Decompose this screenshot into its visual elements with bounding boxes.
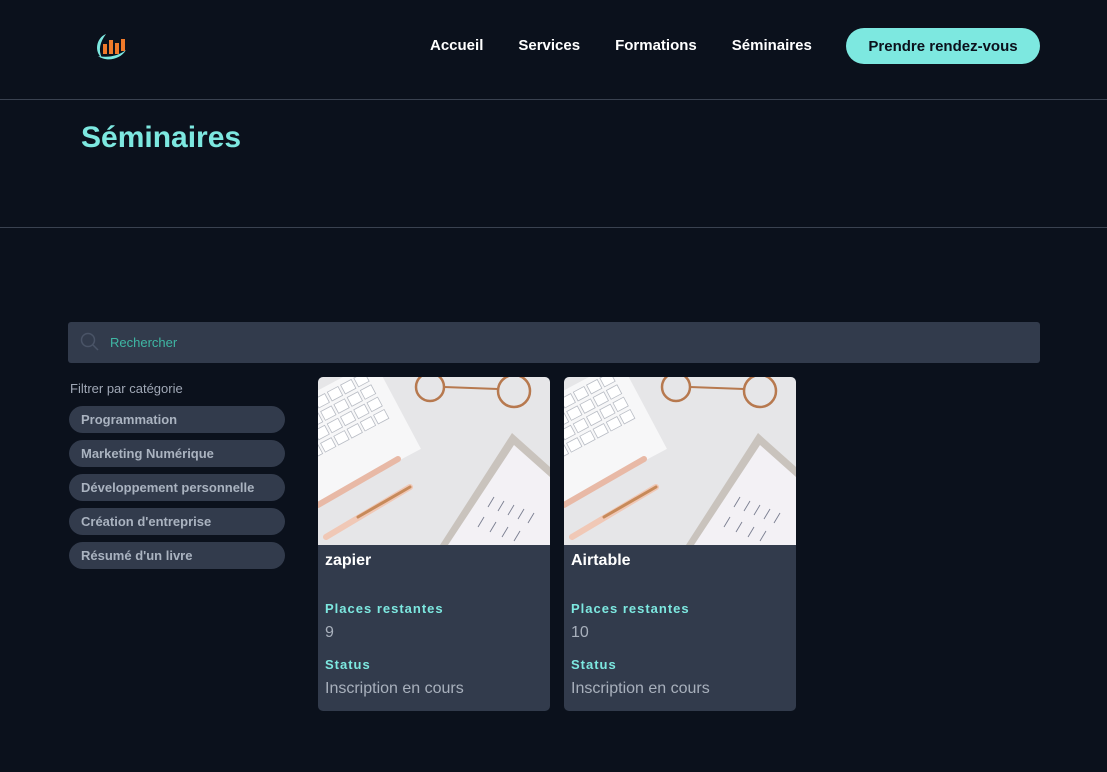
category-programmation[interactable]: Programmation (69, 406, 285, 433)
site-header: Accueil Services Formations Séminaires P… (0, 0, 1107, 100)
nav-accueil[interactable]: Accueil (430, 37, 483, 54)
category-creation[interactable]: Création d'entreprise (69, 508, 285, 535)
status-value: Inscription en cours (571, 680, 710, 697)
category-list: Programmation Marketing Numérique Dévelo… (69, 406, 285, 576)
category-marketing[interactable]: Marketing Numérique (69, 440, 285, 467)
status-value: Inscription en cours (325, 680, 464, 697)
places-value: 10 (571, 624, 589, 641)
places-label: Places restantes (571, 601, 690, 616)
nav-services[interactable]: Services (518, 37, 580, 54)
seminar-list: zapier Places restantes 9 Status Inscrip… (318, 377, 810, 711)
filter-label: Filtrer par catégorie (70, 381, 183, 396)
places-value: 9 (325, 624, 334, 641)
category-developpement[interactable]: Développement personnelle (69, 474, 285, 501)
search-input[interactable] (110, 322, 1010, 363)
appointment-button[interactable]: Prendre rendez-vous (846, 28, 1040, 64)
seminar-card[interactable]: Airtable Places restantes 10 Status Insc… (564, 377, 796, 711)
category-resume[interactable]: Résumé d'un livre (69, 542, 285, 569)
seminar-title: Airtable (571, 552, 631, 569)
page-title: Séminaires (81, 121, 242, 154)
seminar-card[interactable]: zapier Places restantes 9 Status Inscrip… (318, 377, 550, 711)
logo-icon[interactable] (92, 30, 128, 62)
search-icon (80, 332, 100, 352)
status-label: Status (325, 657, 371, 672)
nav-seminaires[interactable]: Séminaires (732, 37, 812, 54)
main-nav: Accueil Services Formations Séminaires (430, 37, 847, 54)
seminar-image (318, 377, 550, 545)
search-bar (68, 322, 1040, 363)
seminar-title: zapier (325, 552, 372, 569)
places-label: Places restantes (325, 601, 444, 616)
nav-formations[interactable]: Formations (615, 37, 697, 54)
status-label: Status (571, 657, 617, 672)
seminar-image (564, 377, 796, 545)
title-band: Séminaires (0, 101, 1107, 228)
